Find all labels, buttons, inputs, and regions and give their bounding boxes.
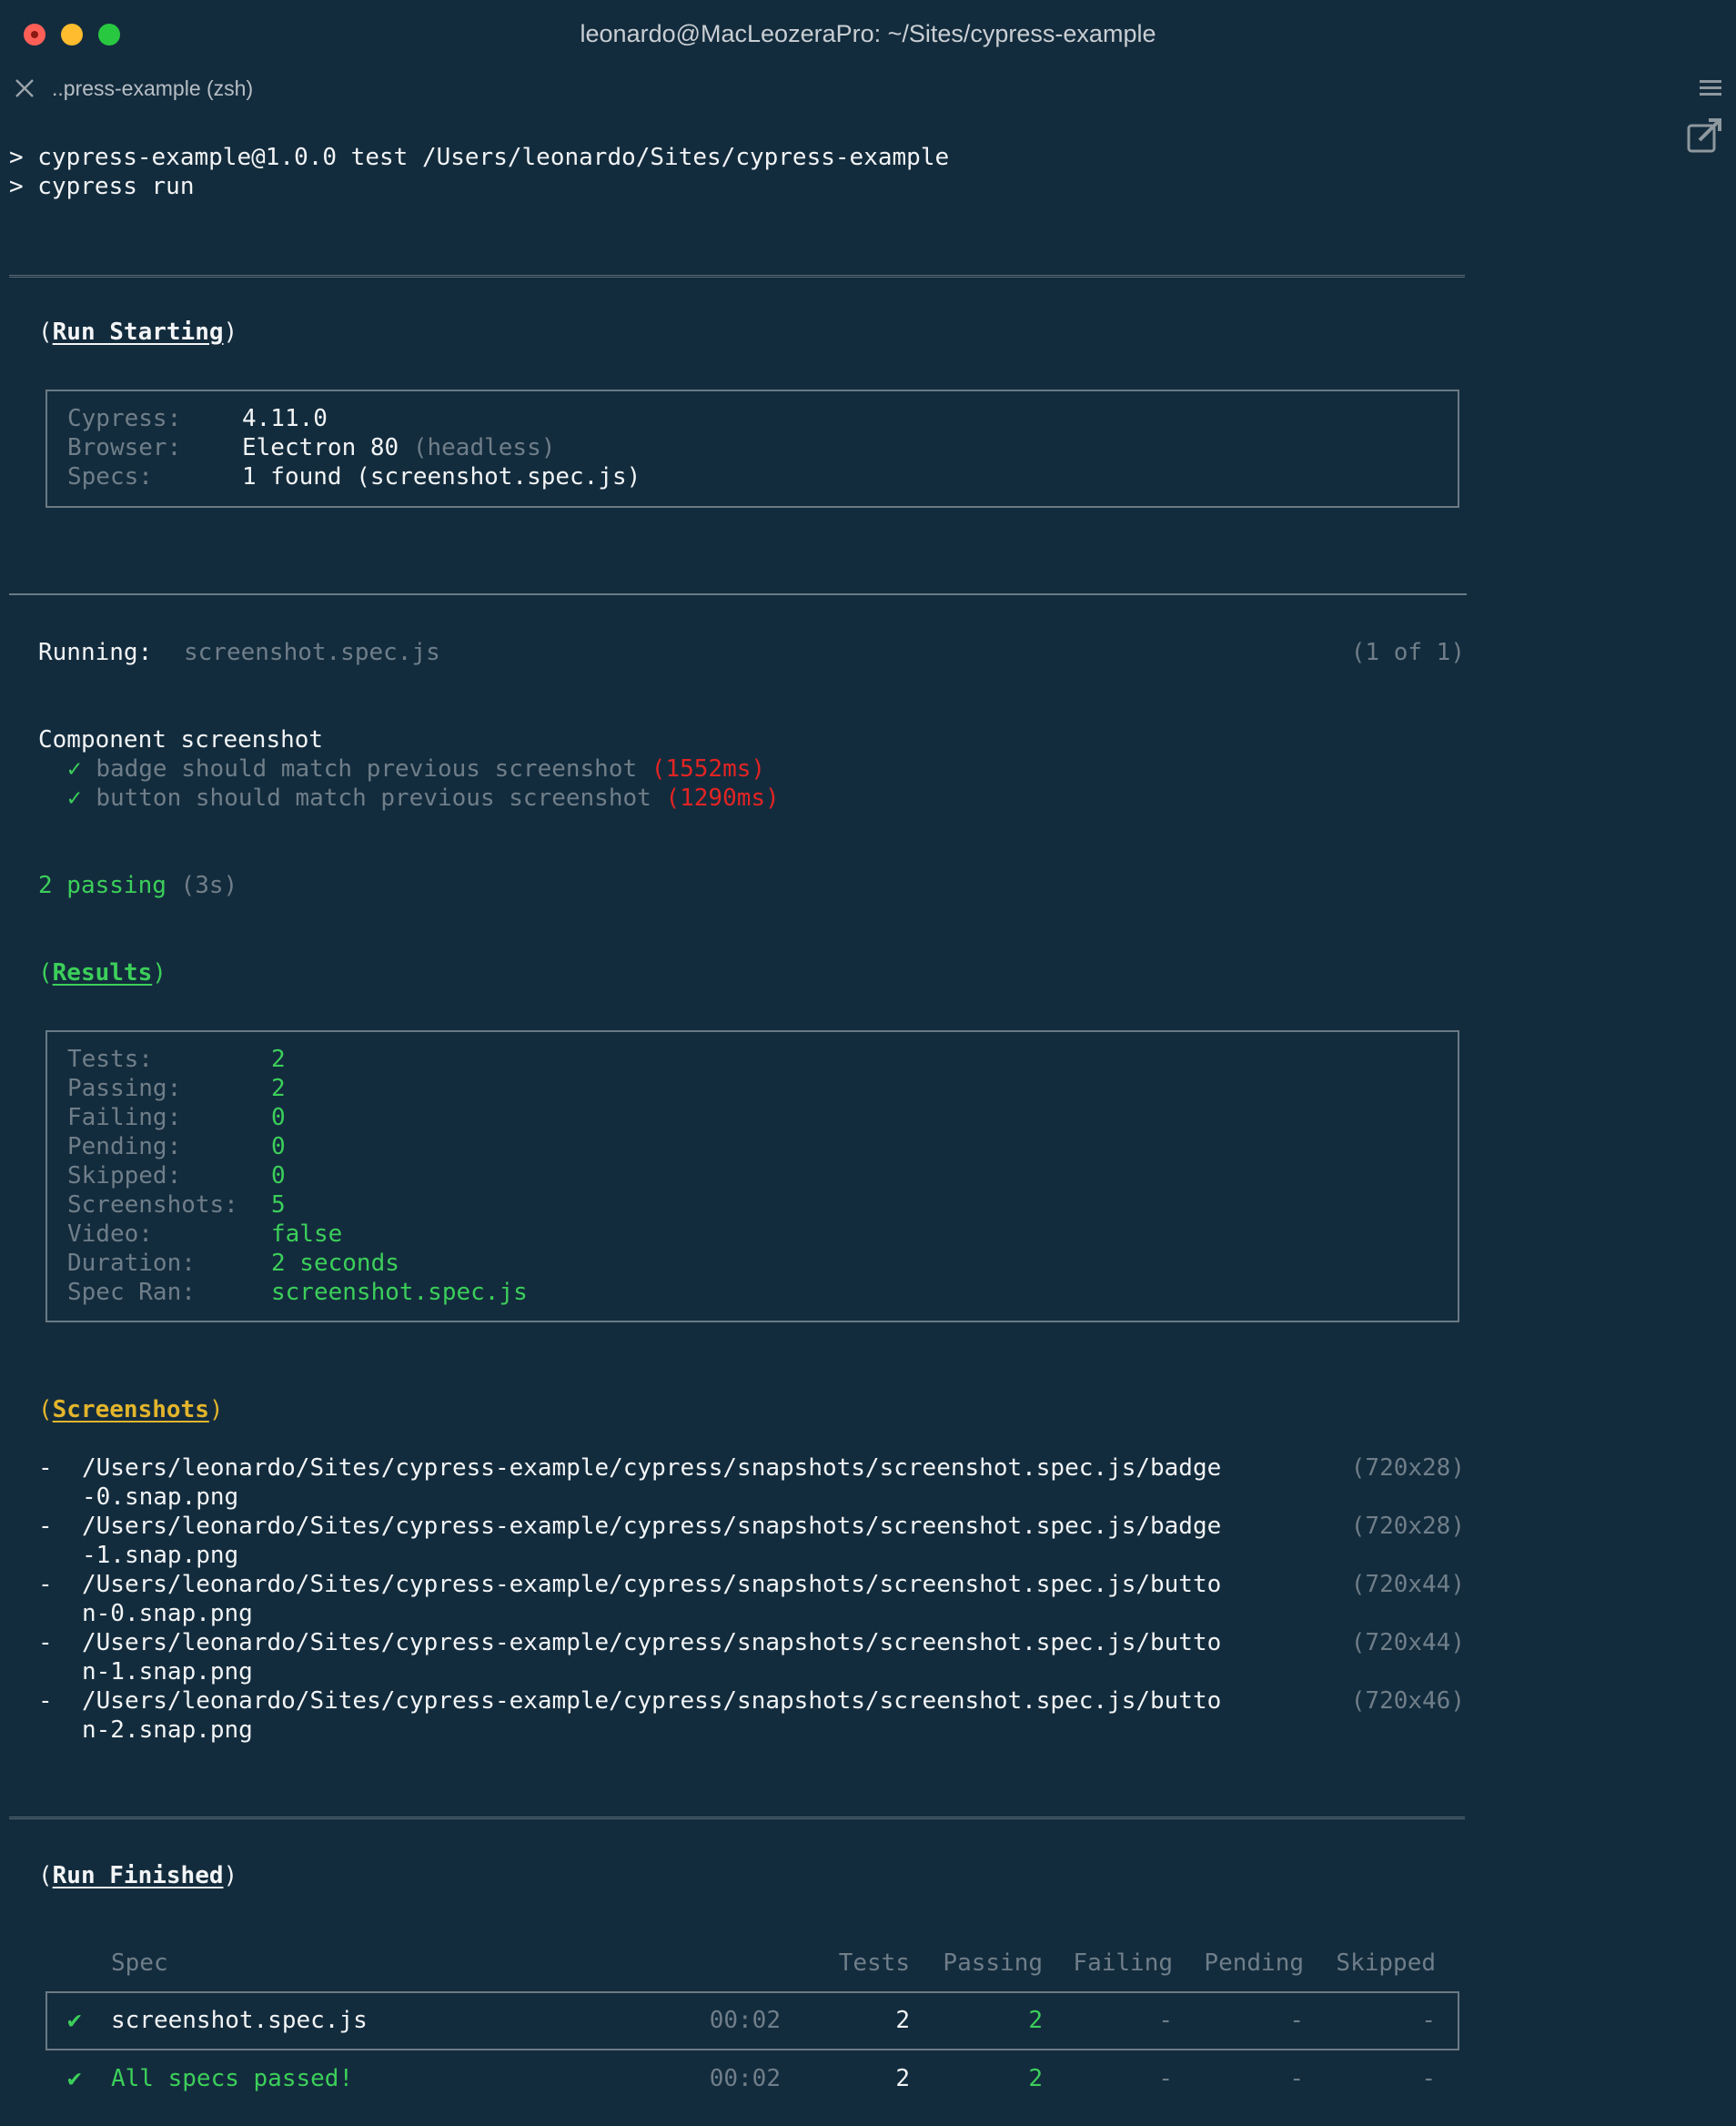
screenshot-size: (720x46) bbox=[1350, 1687, 1465, 1715]
screenshot-path-cont: n-0.snap.png bbox=[82, 1600, 253, 1627]
screenshot-path: /Users/leonardo/Sites/cypress-example/cy… bbox=[82, 1629, 1222, 1656]
results-label: Tests: bbox=[67, 1046, 153, 1073]
run-info-label: Specs: bbox=[67, 463, 153, 491]
screenshot-path: /Users/leonardo/Sites/cypress-example/cy… bbox=[82, 1454, 1222, 1482]
screenshot-bullet: - bbox=[38, 1513, 53, 1540]
results-label: Passing: bbox=[67, 1075, 182, 1102]
results-value: 2 bbox=[271, 1046, 286, 1073]
screenshot-bullet: - bbox=[38, 1629, 53, 1656]
results-value: 2 bbox=[271, 1075, 286, 1102]
col-header-spec: Spec bbox=[111, 1949, 168, 1977]
screenshot-size: (720x44) bbox=[1350, 1629, 1465, 1656]
screenshot-bullet: - bbox=[38, 1571, 53, 1598]
screenshot-size: (720x28) bbox=[1350, 1513, 1465, 1540]
running-count: (1 of 1) bbox=[1350, 639, 1465, 666]
spec-row-skipped: - bbox=[1421, 2007, 1436, 2034]
results-value: 2 seconds bbox=[271, 1250, 399, 1277]
summary-tests: 2 bbox=[895, 2065, 910, 2092]
external-open-icon[interactable] bbox=[1685, 115, 1725, 155]
test-result: ✓ button should match previous screensho… bbox=[67, 785, 780, 812]
separator-solid bbox=[9, 593, 1467, 595]
summary-time: 00:02 bbox=[709, 2065, 781, 2092]
col-header-pending: Pending bbox=[1204, 1949, 1304, 1977]
test-result: ✓ badge should match previous screenshot… bbox=[67, 755, 766, 783]
col-header-passing: Passing bbox=[943, 1949, 1043, 1977]
results-label: Pending: bbox=[67, 1133, 182, 1160]
summary-pending: - bbox=[1289, 2065, 1304, 2092]
results-label: Duration: bbox=[67, 1250, 196, 1277]
results-label: Skipped: bbox=[67, 1162, 182, 1190]
results-value: 0 bbox=[271, 1162, 286, 1190]
spec-row-passing: 2 bbox=[1028, 2007, 1043, 2034]
screenshot-path-cont: n-1.snap.png bbox=[82, 1658, 253, 1686]
screenshot-path: /Users/leonardo/Sites/cypress-example/cy… bbox=[82, 1687, 1222, 1715]
col-header-tests: Tests bbox=[838, 1949, 910, 1977]
results-value: false bbox=[271, 1220, 343, 1248]
running-spec: screenshot.spec.js bbox=[184, 639, 440, 666]
run-info-label: Cypress: bbox=[67, 405, 182, 432]
suite-name: Component screenshot bbox=[38, 726, 324, 754]
spec-check-icon: ✔ bbox=[67, 2007, 82, 2034]
spec-row-time: 00:02 bbox=[709, 2007, 781, 2034]
results-value: screenshot.spec.js bbox=[271, 1279, 528, 1306]
results-label: Spec Ran: bbox=[67, 1279, 196, 1306]
run-finished-heading: (Run Finished) bbox=[38, 1862, 238, 1889]
window-title: leonardo@MacLeozeraPro: ~/Sites/cypress-… bbox=[580, 20, 1156, 47]
col-header-skipped: Skipped bbox=[1336, 1949, 1436, 1977]
summary-text: All specs passed! bbox=[111, 2065, 354, 2092]
screenshot-path-cont: n-2.snap.png bbox=[82, 1716, 253, 1744]
results-heading: (Results) bbox=[38, 959, 167, 987]
separator-double bbox=[9, 1817, 1465, 1819]
screenshot-path: /Users/leonardo/Sites/cypress-example/cy… bbox=[82, 1571, 1222, 1598]
summary-check-icon: ✔ bbox=[67, 2065, 82, 2092]
spec-row-name: screenshot.spec.js bbox=[111, 2007, 368, 2034]
screenshot-bullet: - bbox=[38, 1454, 53, 1482]
tab-close-icon[interactable] bbox=[13, 76, 36, 100]
spec-row-failing: - bbox=[1158, 2007, 1173, 2034]
summary-skipped: - bbox=[1421, 2065, 1436, 2092]
npm-command-line: > cypress run bbox=[9, 173, 195, 200]
results-label: Screenshots: bbox=[67, 1191, 238, 1219]
results-label: Failing: bbox=[67, 1104, 182, 1131]
results-label: Video: bbox=[67, 1220, 153, 1248]
summary-passing: 2 bbox=[1028, 2065, 1043, 2092]
results-value: 5 bbox=[271, 1191, 286, 1219]
tab-label[interactable]: ..press-example (zsh) bbox=[52, 76, 253, 101]
results-value: 0 bbox=[271, 1133, 286, 1160]
separator-double bbox=[9, 275, 1465, 278]
menu-icon[interactable] bbox=[1698, 78, 1723, 98]
passing-summary: 2 passing (3s) bbox=[38, 872, 238, 899]
summary-failing: - bbox=[1158, 2065, 1173, 2092]
run-info-label: Browser: bbox=[67, 434, 182, 461]
spec-row-pending: - bbox=[1289, 2007, 1304, 2034]
run-starting-heading: (Run Starting) bbox=[38, 319, 238, 346]
screenshot-bullet: - bbox=[38, 1687, 53, 1715]
run-info-value: Electron 80 (headless) bbox=[242, 434, 556, 461]
npm-header-line: > cypress-example@1.0.0 test /Users/leon… bbox=[9, 144, 950, 171]
screenshot-path-cont: -1.snap.png bbox=[82, 1542, 239, 1569]
results-box bbox=[45, 1030, 1459, 1322]
title-bar: leonardo@MacLeozeraPro: ~/Sites/cypress-… bbox=[0, 0, 1736, 69]
screenshot-path-cont: -0.snap.png bbox=[82, 1483, 239, 1511]
spec-row-tests: 2 bbox=[895, 2007, 910, 2034]
running-label: Running: bbox=[38, 639, 153, 666]
run-info-value: 4.11.0 bbox=[242, 405, 328, 432]
screenshot-size: (720x44) bbox=[1350, 1571, 1465, 1598]
col-header-failing: Failing bbox=[1073, 1949, 1173, 1977]
screenshots-heading: (Screenshots) bbox=[38, 1396, 224, 1423]
screenshot-path: /Users/leonardo/Sites/cypress-example/cy… bbox=[82, 1513, 1222, 1540]
run-info-value: 1 found (screenshot.spec.js) bbox=[242, 463, 641, 491]
screenshot-size: (720x28) bbox=[1350, 1454, 1465, 1482]
results-value: 0 bbox=[271, 1104, 286, 1131]
